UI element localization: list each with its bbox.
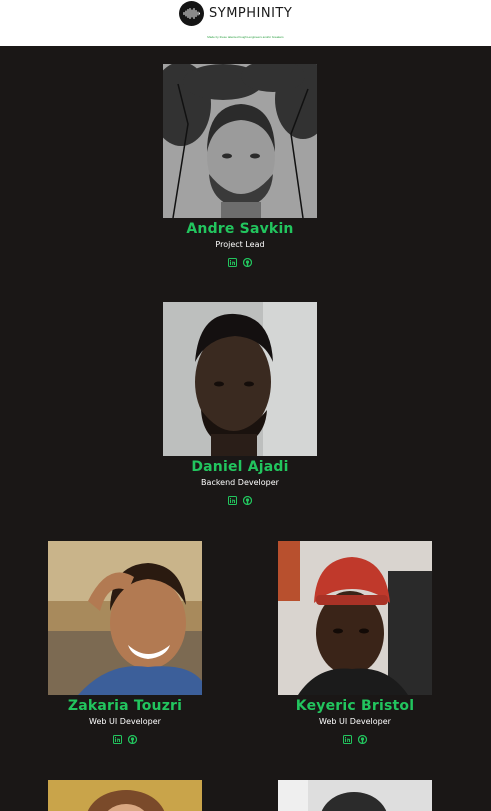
profile-photo xyxy=(163,64,317,218)
member-name: Zakaria Touzri xyxy=(67,698,183,714)
profile-photo xyxy=(48,541,202,695)
profile-photo xyxy=(163,302,317,456)
linkedin-icon[interactable] xyxy=(113,731,122,744)
profile-photo xyxy=(48,780,202,811)
member-name: Daniel Ajadi xyxy=(191,459,289,475)
site-header: SYMPHINITY Made by these talented fought… xyxy=(0,0,491,46)
brand-name: SYMPHINITY xyxy=(209,6,293,21)
team-card: Keyeric Bristol Web UI Developer xyxy=(275,541,435,745)
member-role: Backend Developer xyxy=(201,478,279,487)
linkedin-icon[interactable] xyxy=(228,254,237,267)
social-links xyxy=(160,254,320,268)
github-icon[interactable] xyxy=(242,254,253,268)
member-role: Web UI Developer xyxy=(319,717,391,726)
github-icon[interactable] xyxy=(127,731,138,745)
logo[interactable]: SYMPHINITY xyxy=(179,1,292,26)
team-card xyxy=(45,780,205,811)
team-card xyxy=(275,780,435,811)
team-card: Andre Savkin Project Lead xyxy=(160,64,320,268)
social-links xyxy=(275,731,435,745)
member-name: Andre Savkin xyxy=(186,221,294,237)
social-links xyxy=(160,492,320,506)
team-card: Zakaria Touzri Web UI Developer xyxy=(45,541,205,745)
linkedin-icon[interactable] xyxy=(343,731,352,744)
member-role: Web UI Developer xyxy=(89,717,161,726)
github-icon[interactable] xyxy=(242,492,253,506)
soundwave-icon xyxy=(179,1,204,26)
team-card: Daniel Ajadi Backend Developer xyxy=(160,302,320,506)
member-role: Project Lead xyxy=(215,240,265,249)
profile-photo xyxy=(278,780,432,811)
profile-photo xyxy=(278,541,432,695)
github-icon[interactable] xyxy=(357,731,368,745)
tagline: Made by these talented fought-engineers … xyxy=(207,35,284,39)
member-name: Keyeric Bristol xyxy=(295,698,415,714)
linkedin-icon[interactable] xyxy=(228,492,237,505)
social-links xyxy=(45,731,205,745)
